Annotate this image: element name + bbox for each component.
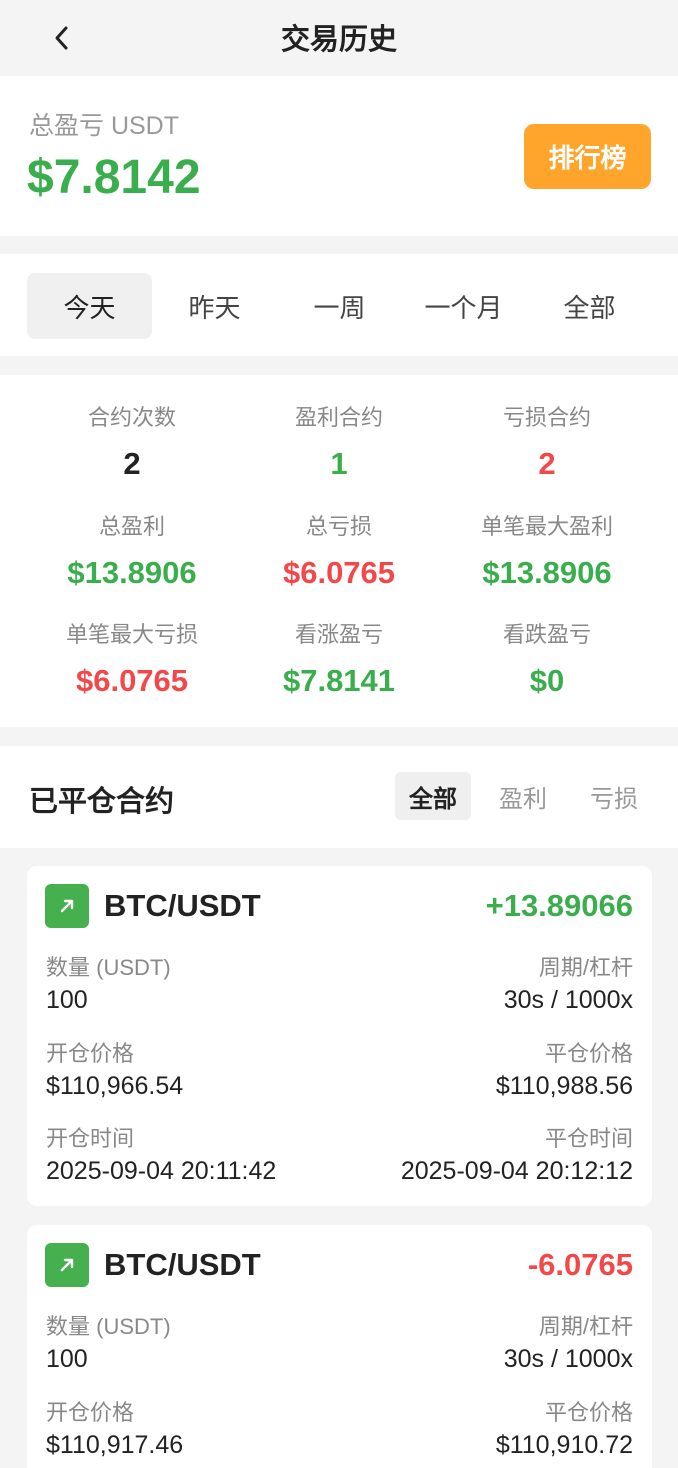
position-card[interactable]: BTC/USDT +13.89066 数量 (USDT) 周期/杠杆 100 3… xyxy=(27,866,652,1206)
stat-total-profit: 总盈利 $13.8906 xyxy=(19,512,245,596)
stat-value: $13.8906 xyxy=(67,555,197,590)
leaderboard-button[interactable]: 排行榜 xyxy=(524,124,651,189)
stat-label: 亏损合约 xyxy=(502,405,591,430)
stat-max-single-profit: 单笔最大盈利 $13.8906 xyxy=(434,512,660,596)
period-value: 30s / 1000x xyxy=(503,1345,633,1373)
stat-label: 单笔最大盈利 xyxy=(480,514,613,539)
stat-value: 1 xyxy=(330,446,348,481)
stat-label: 合约次数 xyxy=(87,405,176,430)
tab-all[interactable]: 全部 xyxy=(527,273,652,339)
close-price-label: 平仓价格 xyxy=(544,1400,633,1425)
page-title: 交易历史 xyxy=(280,24,397,56)
stat-long-pnl: 看涨盈亏 $7.8141 xyxy=(226,620,452,704)
close-time-value: 2025-09-04 20:12:12 xyxy=(400,1157,633,1185)
close-price-label: 平仓价格 xyxy=(544,1041,633,1066)
filter-all[interactable]: 全部 xyxy=(395,772,471,820)
stats-grid: 合约次数 2 盈利合约 1 亏损合约 2 总盈利 $13.8906 总亏损 $6… xyxy=(0,375,678,727)
stat-profit-contracts: 盈利合约 1 xyxy=(226,403,452,487)
qty-label: 数量 (USDT) xyxy=(46,955,171,980)
filter-loss[interactable]: 亏损 xyxy=(576,772,652,820)
stat-label: 盈利合约 xyxy=(294,405,383,430)
close-time-label: 平仓时间 xyxy=(544,1126,633,1151)
tab-yesterday[interactable]: 昨天 xyxy=(152,273,277,339)
open-time-value: 2025-09-04 20:11:42 xyxy=(46,1157,277,1185)
position-pnl: -6.0765 xyxy=(527,1247,633,1282)
stat-value: $6.0765 xyxy=(282,555,396,590)
period-label: 周期/杠杆 xyxy=(538,955,633,980)
total-pnl-panel: 总盈亏 USDT $7.8142 排行榜 xyxy=(0,76,678,236)
stat-loss-contracts: 亏损合约 2 xyxy=(434,403,660,487)
tab-week[interactable]: 一周 xyxy=(277,273,402,339)
stat-label: 总亏损 xyxy=(305,514,372,539)
trend-up-icon xyxy=(45,1243,89,1287)
total-pnl-label: 总盈亏 USDT xyxy=(29,112,180,140)
stat-value: $6.0765 xyxy=(75,663,189,698)
top-bar: 交易历史 xyxy=(0,0,678,76)
open-price-label: 开仓价格 xyxy=(46,1400,135,1425)
position-pair: BTC/USDT xyxy=(104,1247,261,1282)
position-pnl: +13.89066 xyxy=(485,888,633,923)
trend-up-icon xyxy=(45,884,89,928)
tab-month[interactable]: 一个月 xyxy=(401,273,526,339)
open-price-label: 开仓价格 xyxy=(46,1041,135,1066)
close-price-value: $110,988.56 xyxy=(495,1072,633,1100)
open-price-value: $110,966.54 xyxy=(46,1072,184,1100)
stat-value: 2 xyxy=(123,446,141,481)
filter-profit[interactable]: 盈利 xyxy=(485,772,561,820)
open-time-label: 开仓时间 xyxy=(46,1126,135,1151)
qty-value: 100 xyxy=(46,1345,88,1373)
tab-today[interactable]: 今天 xyxy=(27,273,152,339)
stat-value: 2 xyxy=(538,446,556,481)
qty-value: 100 xyxy=(46,986,88,1014)
position-pair: BTC/USDT xyxy=(104,888,261,923)
open-price-value: $110,917.46 xyxy=(46,1431,184,1459)
stat-contract-count: 合约次数 2 xyxy=(19,403,245,487)
closed-contracts-header: 已平仓合约 全部 盈利 亏损 xyxy=(0,746,678,848)
stat-short-pnl: 看跌盈亏 $0 xyxy=(434,620,660,704)
stat-value: $13.8906 xyxy=(482,555,612,590)
close-price-value: $110,910.72 xyxy=(495,1431,633,1459)
stat-total-loss: 总亏损 $6.0765 xyxy=(226,512,452,596)
stat-label: 单笔最大亏损 xyxy=(65,622,198,647)
position-card[interactable]: BTC/USDT -6.0765 数量 (USDT) 周期/杠杆 100 30s… xyxy=(27,1225,652,1468)
stat-value: $0 xyxy=(529,663,565,698)
qty-label: 数量 (USDT) xyxy=(46,1314,171,1339)
stat-max-single-loss: 单笔最大亏损 $6.0765 xyxy=(19,620,245,704)
stat-label: 看涨盈亏 xyxy=(294,622,383,647)
total-pnl-value: $7.8142 xyxy=(27,151,201,204)
stat-value: $7.8141 xyxy=(282,663,396,698)
period-tabs: 今天 昨天 一周 一个月 全部 xyxy=(0,254,678,356)
closed-contracts-title: 已平仓合约 xyxy=(29,786,175,818)
stat-label: 看跌盈亏 xyxy=(502,622,591,647)
period-value: 30s / 1000x xyxy=(503,986,633,1014)
stat-label: 总盈利 xyxy=(98,514,165,539)
period-label: 周期/杠杆 xyxy=(538,1314,633,1339)
